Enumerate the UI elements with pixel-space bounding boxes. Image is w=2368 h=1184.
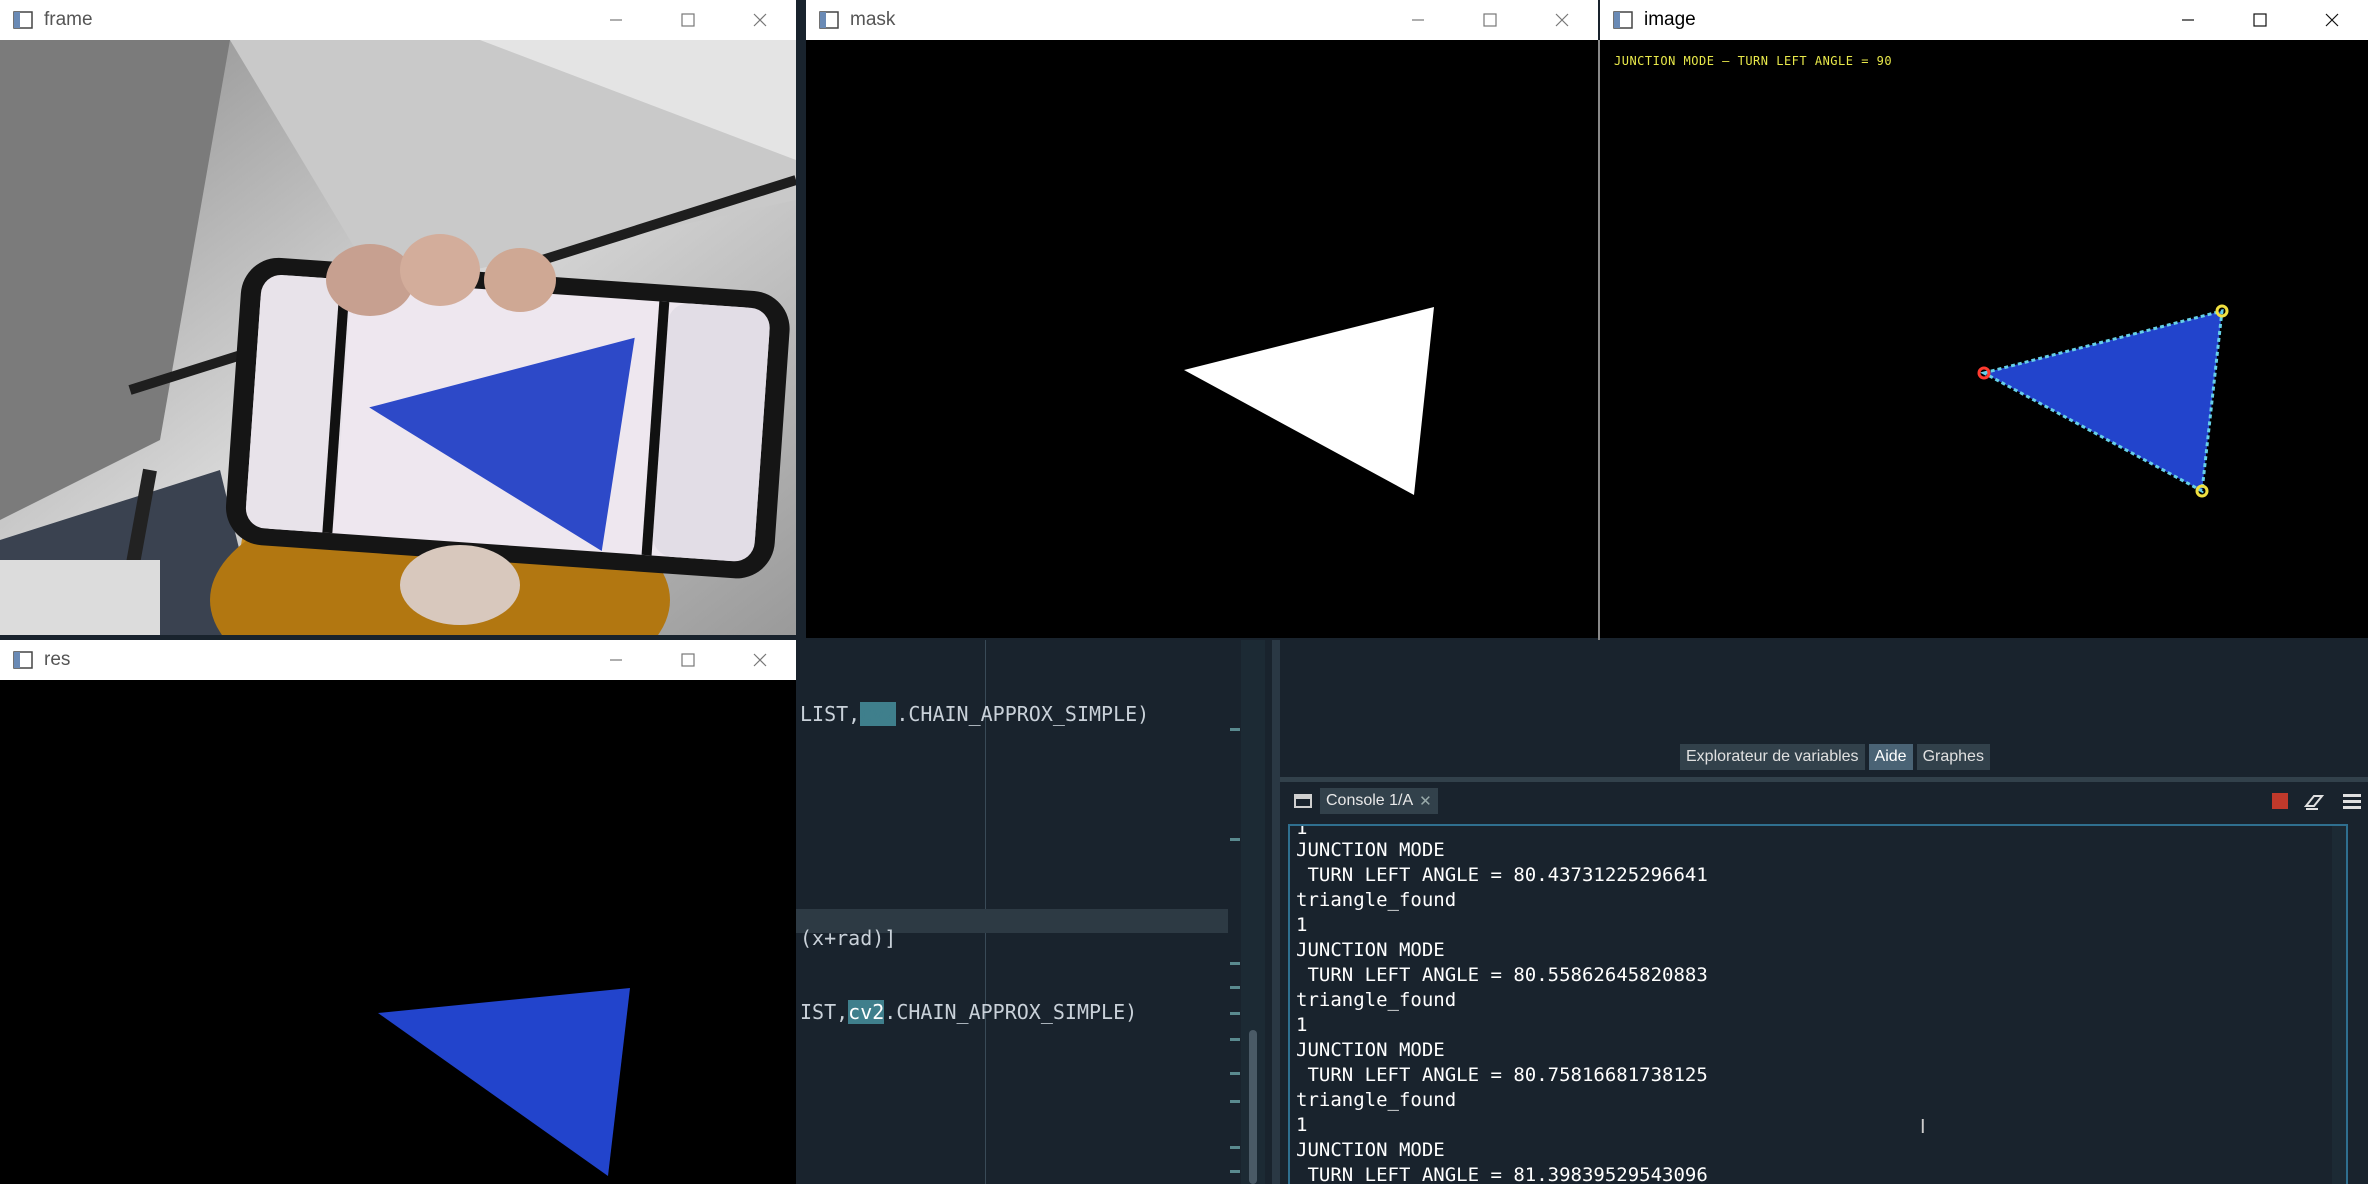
console-line: triangle_found — [1296, 989, 1457, 1011]
maximize-icon — [681, 653, 695, 667]
console-line: JUNCTION MODE — [1296, 1139, 1445, 1161]
minimize-button[interactable] — [580, 640, 652, 680]
code-line[interactable]: (x+rad)] — [800, 926, 896, 950]
console-scrollbar[interactable] — [2332, 826, 2346, 1184]
console-line: JUNCTION MODE — [1296, 839, 1445, 861]
minimize-icon — [2182, 19, 2194, 21]
minimap-marker — [1230, 1012, 1240, 1015]
right-pane: Explorateur de variables Aide Graphes Co… — [1280, 640, 2368, 1184]
window-app-icon — [13, 651, 33, 669]
mask-canvas — [806, 40, 1598, 638]
text-cursor-icon: I — [1920, 1116, 1926, 1138]
maximize-button[interactable] — [2224, 0, 2296, 40]
tab-help[interactable]: Aide — [1868, 744, 1913, 770]
console-line: TURN LEFT ANGLE = 81.39839529543096 — [1296, 1164, 1708, 1184]
close-icon — [1555, 13, 1569, 27]
minimap-marker — [1230, 962, 1240, 965]
minimap-marker — [1230, 728, 1240, 731]
mask-title: mask — [850, 9, 896, 30]
code-editor[interactable]: LIST,cv2.CHAIN_APPROX_SIMPLE) (x+rad)] I… — [796, 640, 1241, 1184]
code-line[interactable]: IST,cv2.CHAIN_APPROX_SIMPLE) — [800, 1000, 1137, 1024]
maximize-icon — [2253, 13, 2267, 27]
res-titlebar[interactable]: res — [0, 640, 796, 680]
console-lines: JUNCTION MODE TURN LEFT ANGLE = 80.43731… — [1290, 838, 2346, 1184]
close-icon — [2325, 13, 2339, 27]
code-line[interactable]: LIST,cv2.CHAIN_APPROX_SIMPLE) — [800, 702, 1149, 726]
minimap-marker — [1230, 838, 1240, 841]
eraser-icon[interactable] — [2304, 792, 2324, 810]
console-line: TURN LEFT ANGLE = 80.55862645820883 — [1296, 964, 1708, 986]
image-window: image JUNCTION MODE — TURN LEFT ANGLE = … — [1600, 0, 2368, 638]
minimize-icon — [610, 19, 622, 21]
maximize-button[interactable] — [1454, 0, 1526, 40]
maximize-icon — [1483, 13, 1497, 27]
close-button[interactable] — [724, 640, 796, 680]
console-tab-label: Console 1/A — [1326, 792, 1414, 809]
res-canvas — [0, 680, 796, 1184]
window-app-icon — [1613, 11, 1633, 29]
minimize-button[interactable] — [1382, 0, 1454, 40]
maximize-button[interactable] — [652, 0, 724, 40]
mask-window: mask — [806, 0, 1598, 638]
close-icon — [753, 13, 767, 27]
maximize-button[interactable] — [652, 640, 724, 680]
tab-plots[interactable]: Graphes — [1916, 744, 1990, 770]
minimap-marker — [1230, 1038, 1240, 1041]
minimize-button[interactable] — [2152, 0, 2224, 40]
window-app-icon — [819, 11, 839, 29]
res-title: res — [44, 649, 71, 670]
res-window: res — [0, 640, 796, 1184]
browse-tabs-icon[interactable] — [1294, 794, 1312, 808]
close-icon — [753, 653, 767, 667]
mask-titlebar[interactable]: mask — [806, 0, 1598, 40]
console-output[interactable]: 1 JUNCTION MODE TURN LEFT ANGLE = 80.437… — [1288, 824, 2348, 1184]
console-line: triangle_found — [1296, 889, 1457, 911]
image-titlebar[interactable]: image — [1600, 0, 2368, 40]
close-button[interactable] — [1526, 0, 1598, 40]
frame-window: frame — [0, 0, 796, 635]
menu-icon[interactable] — [2342, 792, 2362, 810]
minimap-marker — [1230, 986, 1240, 989]
maximize-icon — [681, 13, 695, 27]
tab-variable-explorer[interactable]: Explorateur de variables — [1680, 744, 1865, 770]
console-tab[interactable]: Console 1/A ✕ — [1320, 788, 1438, 814]
minimap-marker — [1230, 1072, 1240, 1075]
console-line: triangle_found — [1296, 1089, 1457, 1111]
close-button[interactable] — [2296, 0, 2368, 40]
image-title: image — [1644, 9, 1696, 30]
close-icon[interactable]: ✕ — [1419, 792, 1432, 810]
frame-titlebar[interactable]: frame — [0, 0, 796, 40]
res-triangle — [378, 988, 630, 1176]
minimap-marker — [1230, 1146, 1240, 1149]
stop-icon[interactable] — [2272, 793, 2288, 809]
minimize-icon — [610, 659, 622, 661]
console-line: JUNCTION MODE — [1296, 1039, 1445, 1061]
minimize-button[interactable] — [580, 0, 652, 40]
editor-scroll-thumb[interactable] — [1249, 1030, 1257, 1184]
camera-image — [0, 40, 796, 635]
console-line: 1 — [1296, 914, 1308, 936]
console-line: TURN LEFT ANGLE = 80.75816681738125 — [1296, 1064, 1708, 1086]
minimap-marker — [1230, 1170, 1240, 1173]
close-button[interactable] — [724, 0, 796, 40]
window-app-icon — [13, 11, 33, 29]
console-line: 1 — [1296, 1014, 1308, 1036]
pane-splitter[interactable] — [1272, 640, 1280, 1184]
frame-title: frame — [44, 9, 93, 30]
console-line: 1 — [1296, 1114, 1308, 1136]
console-line: TURN LEFT ANGLE = 80.43731225296641 — [1296, 864, 1708, 886]
image-canvas: JUNCTION MODE — TURN LEFT ANGLE = 90 — [1600, 40, 2368, 638]
detected-triangle — [1977, 304, 2229, 498]
mask-triangle — [1184, 307, 1434, 495]
camera-frame — [0, 40, 796, 635]
minimize-icon — [1412, 19, 1424, 21]
minimap-marker — [1230, 1100, 1240, 1103]
console-header: Console 1/A ✕ — [1280, 782, 2368, 818]
help-tabs: Explorateur de variables Aide Graphes — [1680, 744, 1990, 770]
console-line: JUNCTION MODE — [1296, 939, 1445, 961]
